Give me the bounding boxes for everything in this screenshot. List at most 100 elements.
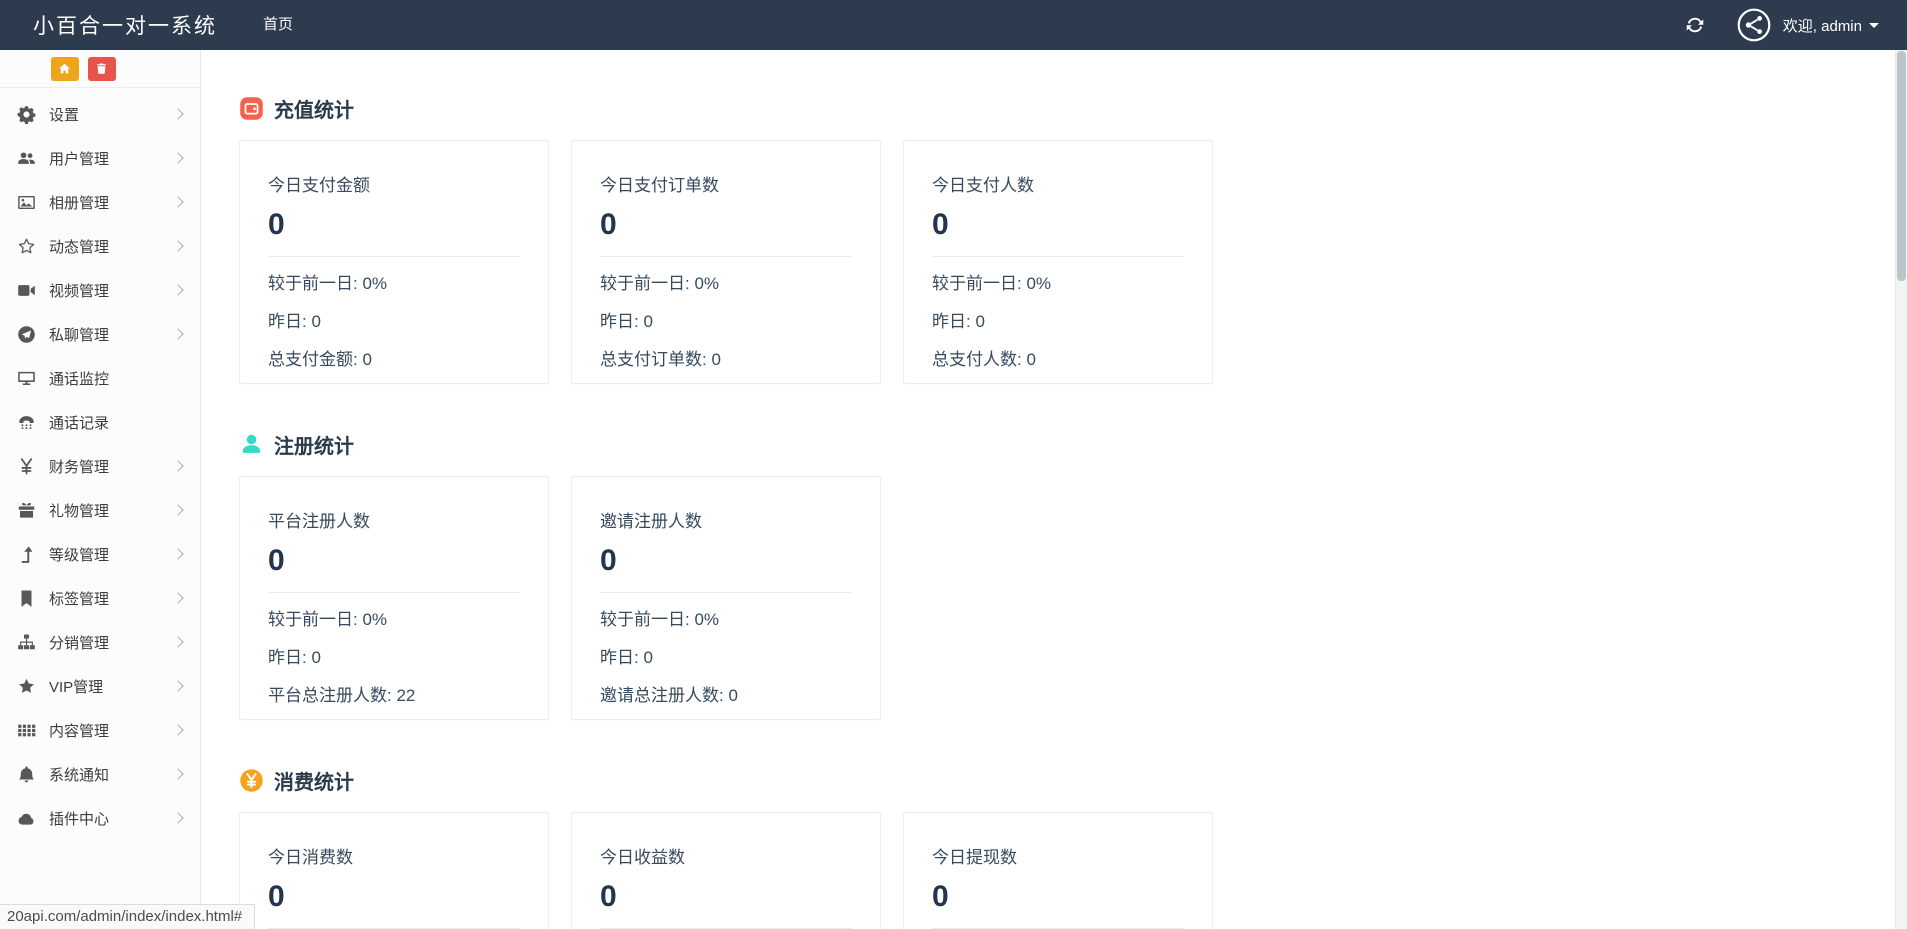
sidebar-item-settings[interactable]: 设置 — [0, 92, 200, 136]
stat-card: 邀请注册人数 0 较于前一日: 0% 昨日: 0 邀请总注册人数: 0 — [571, 476, 881, 720]
trash-button[interactable] — [87, 56, 116, 81]
sidebar-item-content[interactable]: 内容管理 — [0, 708, 200, 752]
sidebar-item-moments[interactable]: 动态管理 — [0, 224, 200, 268]
stat-card-row: 昨日: 0 — [600, 648, 653, 667]
stat-card-value: 0 — [932, 880, 949, 913]
stat-card-label: 今日提现数 — [932, 848, 1017, 867]
stat-card: 今日收益数 0 较于前一日: 0% — [571, 812, 881, 929]
person-icon — [239, 432, 264, 457]
cards-row: 今日消费数 0 较于前一日: 0% 今日收益数 0 较于前一日: 0% 今日提现… — [239, 812, 1896, 929]
scrollbar-thumb[interactable] — [1897, 51, 1906, 281]
chevron-right-icon — [172, 240, 184, 252]
cards-row: 平台注册人数 0 较于前一日: 0% 昨日: 0 平台总注册人数: 22 邀请注册人… — [239, 476, 1896, 720]
sidebar-item-label: 系统通知 — [49, 766, 110, 784]
nav-tab-home[interactable]: 首页 — [251, 0, 305, 50]
sidebar-menu: 设置 用户管理 相册管理 动态管理 视频管理 私聊管理 通话监控 通话记录 财务… — [0, 88, 200, 840]
chevron-right-icon — [172, 152, 184, 164]
chevron-right-icon — [172, 724, 184, 736]
section-header: 消费统计 — [239, 766, 1896, 794]
stat-card-rows: 较于前一日: 0% 昨日: 0 总支付订单数: 0 — [600, 265, 880, 379]
stat-card-value: 0 — [932, 208, 949, 241]
cloud-icon — [17, 809, 36, 828]
app-title[interactable]: 小百合一对一系统 — [33, 10, 217, 40]
stat-card-row: 总支付金额: 0 — [268, 350, 372, 369]
video-camera-icon — [17, 281, 36, 300]
stat-card: 平台注册人数 0 较于前一日: 0% 昨日: 0 平台总注册人数: 22 — [239, 476, 549, 720]
chevron-right-icon — [172, 284, 184, 296]
section-header: 注册统计 — [239, 430, 1896, 458]
grid-icon — [17, 721, 36, 740]
sidebar-item-label: 标签管理 — [49, 590, 110, 608]
chevron-right-icon — [172, 680, 184, 692]
divider — [600, 592, 852, 593]
stat-card-value: 0 — [268, 208, 285, 241]
user-menu[interactable]: 欢迎, admin — [1783, 15, 1879, 36]
sidebar-item-gifts[interactable]: 礼物管理 — [0, 488, 200, 532]
chevron-right-icon — [172, 592, 184, 604]
stat-card: 今日支付订单数 0 较于前一日: 0% 昨日: 0 总支付订单数: 0 — [571, 140, 881, 384]
section-title: 充值统计 — [274, 99, 354, 122]
sidebar-item-users[interactable]: 用户管理 — [0, 136, 200, 180]
gears-icon — [17, 105, 36, 124]
sidebar-item-call-monitor[interactable]: 通话监控 — [0, 356, 200, 400]
refresh-icon[interactable] — [1685, 15, 1705, 35]
chevron-right-icon — [172, 196, 184, 208]
sidebar-item-vip[interactable]: VIP管理 — [0, 664, 200, 708]
level-up-icon — [17, 545, 36, 564]
home-icon — [59, 63, 70, 74]
stat-card-label: 今日收益数 — [600, 848, 685, 867]
stat-card-rows: 较于前一日: 0% 昨日: 0 邀请总注册人数: 0 — [600, 601, 880, 715]
stat-card: 今日提现数 0 较于前一日: 0% — [903, 812, 1213, 929]
stat-card-row: 昨日: 0 — [600, 312, 653, 331]
image-icon — [17, 193, 36, 212]
chevron-right-icon — [172, 108, 184, 120]
sidebar-item-label: 视频管理 — [49, 282, 110, 300]
stat-card-value: 0 — [600, 544, 617, 577]
sidebar-item-distribution[interactable]: 分销管理 — [0, 620, 200, 664]
section-consume-stats: 消费统计 今日消费数 0 较于前一日: 0% 今日收益数 0 较于前一日: 0%… — [239, 766, 1896, 929]
top-navbar: 小百合一对一系统 首页 欢迎, admin — [0, 0, 1907, 50]
sidebar-item-call-records[interactable]: 通话记录 — [0, 400, 200, 444]
section-recharge-stats: 充值统计 今日支付金额 0 较于前一日: 0% 昨日: 0 总支付金额: 0 今日支… — [239, 94, 1896, 384]
home-button[interactable] — [50, 56, 79, 81]
stat-card-row: 较于前一日: 0% — [600, 610, 720, 629]
chevron-right-icon — [172, 504, 184, 516]
sidebar-item-finance[interactable]: 财务管理 — [0, 444, 200, 488]
stat-card-label: 平台注册人数 — [268, 512, 370, 531]
sidebar-item-tags[interactable]: 标签管理 — [0, 576, 200, 620]
stat-card-label: 邀请注册人数 — [600, 512, 702, 531]
paper-plane-icon — [17, 325, 36, 344]
stat-card-value: 0 — [268, 880, 285, 913]
sidebar-item-label: 插件中心 — [49, 810, 110, 828]
stat-card-row: 较于前一日: 0% — [932, 274, 1052, 293]
sidebar-item-private-chat[interactable]: 私聊管理 — [0, 312, 200, 356]
stat-card: 今日支付人数 0 较于前一日: 0% 昨日: 0 总支付人数: 0 — [903, 140, 1213, 384]
sidebar-item-label: 通话记录 — [49, 414, 110, 432]
sidebar-item-albums[interactable]: 相册管理 — [0, 180, 200, 224]
stat-card-label: 今日消费数 — [268, 848, 353, 867]
sidebar-item-label: 设置 — [49, 106, 80, 124]
star-outline-icon — [17, 237, 36, 256]
welcome-text: 欢迎, admin — [1782, 17, 1862, 35]
sidebar-item-label: 私聊管理 — [49, 326, 110, 344]
chevron-right-icon — [172, 812, 184, 824]
sidebar-item-plugins[interactable]: 插件中心 — [0, 796, 200, 840]
stat-card-row: 较于前一日: 0% — [600, 274, 720, 293]
avatar[interactable] — [1737, 8, 1771, 42]
divider — [268, 592, 520, 593]
sidebar-item-notices[interactable]: 系统通知 — [0, 752, 200, 796]
star-icon — [17, 677, 36, 696]
sidebar-toolbar — [0, 50, 200, 88]
sidebar-item-videos[interactable]: 视频管理 — [0, 268, 200, 312]
scrollbar[interactable] — [1895, 50, 1907, 929]
stat-card-row: 昨日: 0 — [268, 648, 321, 667]
sidebar-item-label: 财务管理 — [49, 458, 110, 476]
stat-card-value: 0 — [268, 544, 285, 577]
stat-card: 今日消费数 0 较于前一日: 0% — [239, 812, 549, 929]
sidebar-item-levels[interactable]: 等级管理 — [0, 532, 200, 576]
stat-card: 今日支付金额 0 较于前一日: 0% 昨日: 0 总支付金额: 0 — [239, 140, 549, 384]
caret-down-icon — [1869, 22, 1879, 28]
cards-row: 今日支付金额 0 较于前一日: 0% 昨日: 0 总支付金额: 0 今日支付订单数 … — [239, 140, 1896, 384]
stat-card-label: 今日支付订单数 — [600, 176, 719, 195]
sitemap-icon — [17, 633, 36, 652]
